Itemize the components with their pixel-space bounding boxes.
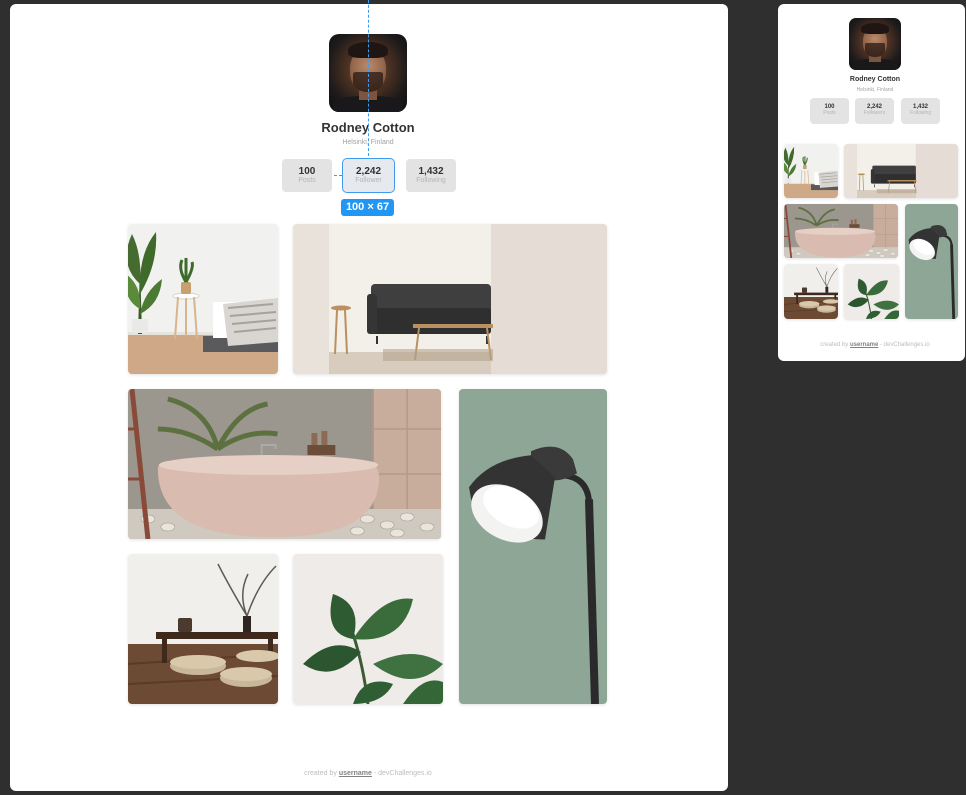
mobile-living-room-plant-photo[interactable] bbox=[784, 144, 838, 198]
mobile-footer-username-link[interactable]: username bbox=[850, 342, 878, 348]
stat-following-label: Following bbox=[416, 177, 446, 184]
mobile-stat-followers-label: Followers bbox=[863, 110, 886, 116]
mobile-low-table-photo[interactable] bbox=[784, 264, 838, 319]
sofa-photo[interactable] bbox=[293, 224, 607, 374]
mobile-footer: created by username - devChallenges.io bbox=[778, 342, 966, 348]
mobile-stat-posts[interactable]: 100 Posts bbox=[810, 98, 849, 124]
mobile-bathtub-photo[interactable] bbox=[784, 204, 898, 258]
mobile-stat-following[interactable]: 1,432 Following bbox=[901, 98, 940, 124]
stat-following[interactable]: 1,432 Following bbox=[406, 159, 456, 192]
bathtub-photo[interactable] bbox=[128, 389, 441, 539]
stat-posts[interactable]: 100 Posts bbox=[282, 159, 332, 192]
living-room-plant-photo[interactable] bbox=[128, 224, 278, 374]
stat-posts-value: 100 bbox=[298, 166, 316, 177]
mobile-profile-avatar[interactable] bbox=[849, 18, 901, 70]
mobile-sofa-photo[interactable] bbox=[844, 144, 958, 198]
stat-followers-label: Follower bbox=[355, 177, 382, 184]
mobile-stat-following-label: Following bbox=[909, 110, 932, 116]
rubber-plant-photo[interactable] bbox=[293, 554, 443, 704]
mobile-lamp-photo[interactable] bbox=[905, 204, 958, 319]
mobile-profile-location: Helsinki, Finland bbox=[856, 87, 894, 93]
mobile-preview: Rodney Cotton Helsinki, Finland 100 Post… bbox=[778, 4, 965, 361]
stat-followers-value: 2,242 bbox=[355, 166, 382, 177]
footer-suffix: - devChallenges.io bbox=[373, 770, 432, 777]
mobile-rubber-plant-photo[interactable] bbox=[844, 264, 899, 319]
footer-username-link[interactable]: username bbox=[339, 770, 372, 777]
stat-following-value: 1,432 bbox=[418, 166, 444, 177]
mobile-stat-posts-label: Posts bbox=[823, 110, 836, 116]
dimension-badge: 100 × 67 bbox=[341, 199, 394, 216]
low-table-photo[interactable] bbox=[128, 554, 278, 704]
lamp-photo[interactable] bbox=[459, 389, 607, 704]
stat-posts-label: Posts bbox=[298, 177, 316, 184]
stat-followers[interactable]: 2,242 Follower bbox=[342, 158, 395, 193]
footer-prefix: created by bbox=[304, 770, 337, 777]
mobile-stat-followers[interactable]: 2,242 Followers bbox=[855, 98, 894, 124]
mobile-footer-prefix: created by bbox=[820, 342, 849, 348]
mobile-profile-name: Rodney Cotton bbox=[849, 76, 901, 83]
measure-guide-vertical bbox=[368, 0, 369, 156]
footer: created by username - devChallenges.io bbox=[218, 770, 518, 777]
measure-guide-horizontal bbox=[334, 175, 342, 176]
desktop-preview: Rodney Cotton Helsinki, Finland 100 Post… bbox=[10, 4, 728, 791]
mobile-footer-suffix: - devChallenges.io bbox=[880, 342, 930, 348]
